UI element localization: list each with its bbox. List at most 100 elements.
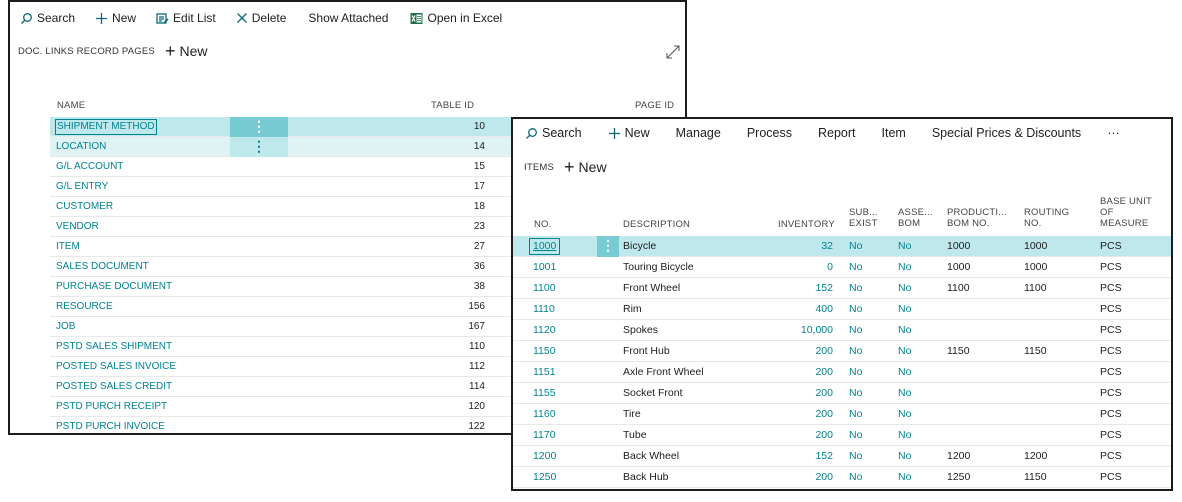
inventory-cell[interactable]: 200 bbox=[753, 404, 833, 425]
record-name-link[interactable]: SHIPMENT METHOD bbox=[55, 119, 157, 135]
row-actions-menu[interactable]: ⋮ bbox=[597, 236, 619, 257]
substitutes-exist-cell: No bbox=[849, 471, 863, 483]
column-header-routing[interactable]: ROUTING NO. bbox=[1024, 207, 1069, 229]
table-row[interactable]: 1150 Front Hub 200 No No 1150 1150 PCS bbox=[513, 341, 1171, 362]
delete-button[interactable]: Delete bbox=[222, 2, 293, 34]
item-no-link[interactable]: 1120 bbox=[533, 320, 556, 341]
item-no-link[interactable]: 1151 bbox=[533, 362, 556, 383]
toolbar-label: Item bbox=[881, 126, 906, 140]
record-name-link[interactable]: PSTD PURCH RECEIPT bbox=[56, 397, 167, 417]
inventory-cell[interactable]: 200 bbox=[753, 362, 833, 383]
item-no-link[interactable]: 1170 bbox=[533, 425, 556, 446]
table-row[interactable]: 1151 Axle Front Wheel 200 No No PCS bbox=[513, 362, 1171, 383]
open-in-excel-button[interactable]: Open in Excel bbox=[394, 2, 508, 34]
table-row[interactable]: 1120 Spokes 10,000 No No PCS bbox=[513, 320, 1171, 341]
toolbar-label: Delete bbox=[251, 11, 287, 25]
edit-list-button[interactable]: Edit List bbox=[142, 2, 222, 34]
item-no-link[interactable]: 1000 bbox=[528, 238, 561, 255]
row-actions-menu[interactable]: ⋮ bbox=[230, 137, 288, 157]
toolbar-label: New bbox=[624, 126, 650, 140]
record-name-link[interactable]: LOCATION bbox=[56, 137, 106, 157]
table-id-cell: 38 bbox=[473, 281, 485, 292]
inventory-cell[interactable]: 400 bbox=[753, 299, 833, 320]
manage-button[interactable]: Manage bbox=[656, 119, 727, 149]
search-icon bbox=[20, 12, 33, 25]
item-no-link[interactable]: 1155 bbox=[533, 383, 556, 404]
table-row[interactable]: 1155 Socket Front 200 No No PCS bbox=[513, 383, 1171, 404]
table-row[interactable]: 1110 Rim 400 No No PCS bbox=[513, 299, 1171, 320]
column-header-inventory[interactable]: INVENTORY bbox=[778, 219, 835, 230]
special-prices-button[interactable]: Special Prices & Discounts bbox=[912, 119, 1087, 149]
item-no-link[interactable]: 1250 bbox=[533, 467, 556, 488]
new-button[interactable]: New bbox=[588, 119, 656, 149]
inventory-cell[interactable]: 200 bbox=[753, 341, 833, 362]
record-name-link[interactable]: PURCHASE DOCUMENT bbox=[56, 277, 172, 297]
item-no-link[interactable]: 1001 bbox=[533, 257, 556, 278]
column-header-no[interactable]: NO. bbox=[534, 219, 552, 230]
substitutes-exist-cell: No bbox=[849, 261, 863, 273]
table-row[interactable]: 1250 Back Hub 200 No No 1250 1150 PCS bbox=[513, 467, 1171, 488]
table-row[interactable]: 1000 Bicycle 32 No No 1000 1000 PCS ⋮ bbox=[513, 236, 1171, 257]
record-name-link[interactable]: PSTD SALES SHIPMENT bbox=[56, 337, 172, 357]
items-caption-bar: ITEMS + New bbox=[524, 156, 607, 178]
search-button[interactable]: Search bbox=[513, 119, 588, 149]
inventory-cell[interactable]: 152 bbox=[753, 446, 833, 467]
record-name-link[interactable]: G/L ACCOUNT bbox=[56, 157, 123, 177]
item-no-link[interactable]: 1110 bbox=[533, 299, 555, 320]
expand-icon[interactable] bbox=[665, 44, 681, 65]
column-header-table-id[interactable]: TABLE ID bbox=[431, 100, 474, 111]
report-button[interactable]: Report bbox=[798, 119, 862, 149]
table-row[interactable]: 1200 Back Wheel 152 No No 1200 1200 PCS bbox=[513, 446, 1171, 467]
item-no-link[interactable]: 1200 bbox=[533, 446, 556, 467]
new-record-button[interactable]: + New bbox=[165, 41, 208, 62]
show-attached-button[interactable]: Show Attached bbox=[292, 2, 394, 34]
table-id-cell: 167 bbox=[468, 321, 485, 332]
process-button[interactable]: Process bbox=[727, 119, 798, 149]
table-row[interactable]: 1001 Touring Bicycle 0 No No 1000 1000 PCS bbox=[513, 257, 1171, 278]
column-header-page-id[interactable]: PAGE ID bbox=[635, 100, 674, 111]
table-row[interactable]: 1170 Tube 200 No No PCS bbox=[513, 425, 1171, 446]
new-item-button[interactable]: + New bbox=[564, 157, 607, 178]
record-name-link[interactable]: JOB bbox=[56, 317, 75, 337]
inventory-cell[interactable]: 32 bbox=[753, 236, 833, 257]
routing-no-cell: 1150 bbox=[1024, 345, 1047, 357]
inventory-cell[interactable]: 200 bbox=[753, 467, 833, 488]
table-row[interactable]: 1160 Tire 200 No No PCS bbox=[513, 404, 1171, 425]
assembly-bom-cell: No bbox=[898, 324, 912, 336]
base-unit-cell: PCS bbox=[1100, 471, 1122, 483]
base-unit-cell: PCS bbox=[1100, 324, 1122, 336]
column-header-assembly-bom[interactable]: ASSE... BOM bbox=[898, 207, 933, 229]
new-button[interactable]: New bbox=[81, 2, 142, 34]
inventory-cell[interactable]: 152 bbox=[753, 278, 833, 299]
more-actions-button[interactable]: ··· bbox=[1087, 119, 1126, 149]
table-id-cell: 18 bbox=[473, 201, 485, 212]
record-name-link[interactable]: RESOURCE bbox=[56, 297, 113, 317]
record-name-link[interactable]: POSTED SALES INVOICE bbox=[56, 357, 176, 377]
record-name-link[interactable]: G/L ENTRY bbox=[56, 177, 108, 197]
inventory-cell[interactable]: 10,000 bbox=[753, 320, 833, 341]
column-header-sub-exist[interactable]: SUB... EXIST bbox=[849, 207, 878, 229]
item-no-link[interactable]: 1150 bbox=[533, 341, 556, 362]
item-no-link[interactable]: 1160 bbox=[533, 404, 556, 425]
record-name-link[interactable]: POSTED SALES CREDIT bbox=[56, 377, 172, 397]
record-name-link[interactable]: PSTD PURCH INVOICE bbox=[56, 417, 165, 433]
item-button[interactable]: Item bbox=[862, 119, 912, 149]
record-name-link[interactable]: CUSTOMER bbox=[56, 197, 113, 217]
column-header-base-unit[interactable]: BASE UNIT OF MEASURE bbox=[1100, 196, 1152, 229]
record-name-link[interactable]: VENDOR bbox=[56, 217, 99, 237]
inventory-cell[interactable]: 200 bbox=[753, 383, 833, 404]
assembly-bom-cell: No bbox=[898, 366, 912, 378]
item-no-link[interactable]: 1100 bbox=[533, 278, 556, 299]
row-actions-menu[interactable]: ⋮ bbox=[230, 117, 288, 137]
inventory-cell[interactable]: 0 bbox=[753, 257, 833, 278]
record-name-link[interactable]: ITEM bbox=[56, 237, 80, 257]
search-button[interactable]: Search bbox=[10, 2, 81, 34]
inventory-cell[interactable]: 200 bbox=[753, 425, 833, 446]
column-header-production-bom[interactable]: PRODUCTI... BOM NO. bbox=[947, 207, 1007, 229]
doc-links-caption-bar: DOC. LINKS RECORD PAGES + New bbox=[18, 40, 207, 62]
column-header-name[interactable]: NAME bbox=[57, 100, 85, 111]
record-name-link[interactable]: SALES DOCUMENT bbox=[56, 257, 149, 277]
table-row[interactable]: 1100 Front Wheel 152 No No 1100 1100 PCS bbox=[513, 278, 1171, 299]
column-header-description[interactable]: DESCRIPTION bbox=[623, 219, 690, 230]
toolbar-label: Search bbox=[37, 11, 76, 25]
